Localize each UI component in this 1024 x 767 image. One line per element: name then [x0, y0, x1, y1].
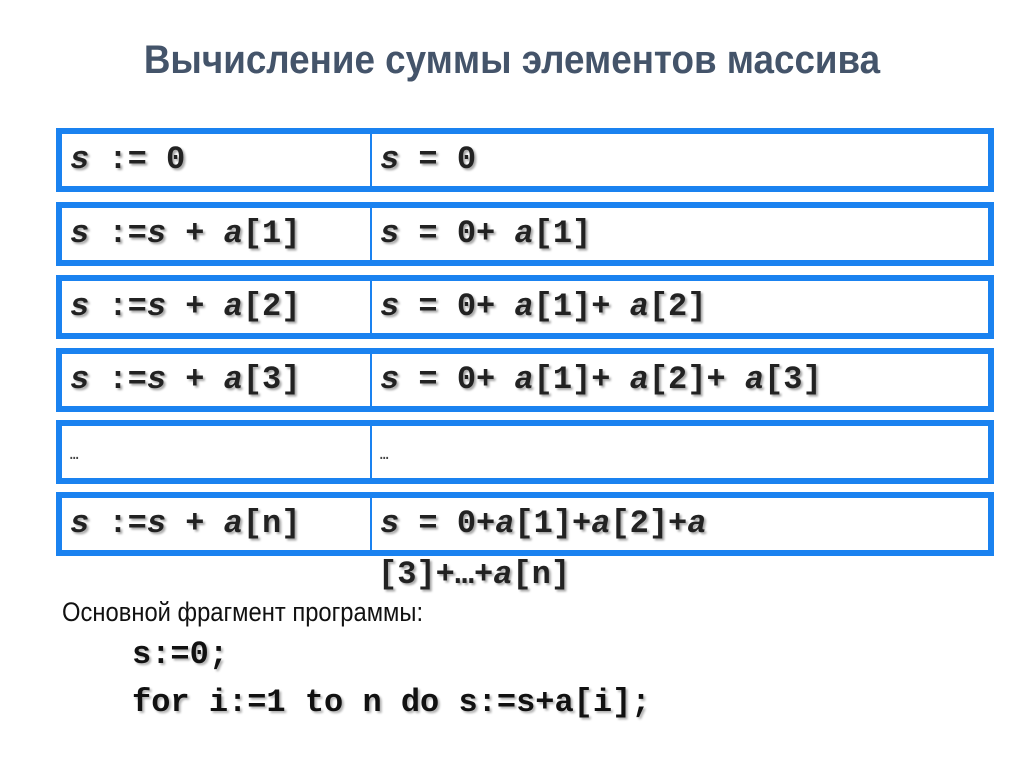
code-line: s:=0;: [132, 636, 229, 673]
result-continuation: [3]+…+a[n]: [378, 556, 571, 593]
column-divider: [370, 354, 372, 406]
assignment-cell: s :=s + a[n]: [70, 505, 301, 542]
table-row: s := 0 s = 0: [56, 128, 994, 192]
assignment-cell: s :=s + a[1]: [70, 215, 301, 252]
assignment-cell: s :=s + a[3]: [70, 361, 301, 398]
code-line: for i:=1 to n do s:=s+a[i];: [132, 684, 651, 721]
result-cell: s = 0+ a[1]: [380, 215, 592, 252]
column-divider: [370, 281, 372, 333]
table-row: s :=s + a[1] s = 0+ a[1]: [56, 202, 994, 266]
result-cell: s = 0+ a[1]+ a[2]: [380, 288, 707, 325]
result-cell: s = 0: [380, 141, 477, 178]
assignment-cell: s := 0: [70, 141, 186, 178]
column-divider: [370, 208, 372, 260]
column-divider: [370, 498, 372, 550]
table-row: s :=s + a[2] s = 0+ a[1]+ a[2]: [56, 275, 994, 339]
table-row: s :=s + a[3] s = 0+ a[1]+ a[2]+ a[3]: [56, 348, 994, 412]
table-row: … …: [56, 420, 994, 484]
ellipsis-cell: …: [380, 448, 389, 464]
column-divider: [370, 426, 372, 478]
assignment-cell: s :=s + a[2]: [70, 288, 301, 325]
ellipsis-cell: …: [70, 448, 79, 464]
table-row: s :=s + a[n] s = 0+a[1]+a[2]+a: [56, 492, 994, 556]
result-cell: s = 0+a[1]+a[2]+a: [380, 505, 707, 542]
program-caption: Основной фрагмент программы:: [62, 597, 424, 627]
column-divider: [370, 134, 372, 186]
slide-title: Вычисление суммы элементов массива: [143, 38, 881, 82]
result-cell: s = 0+ a[1]+ a[2]+ a[3]: [380, 361, 822, 398]
